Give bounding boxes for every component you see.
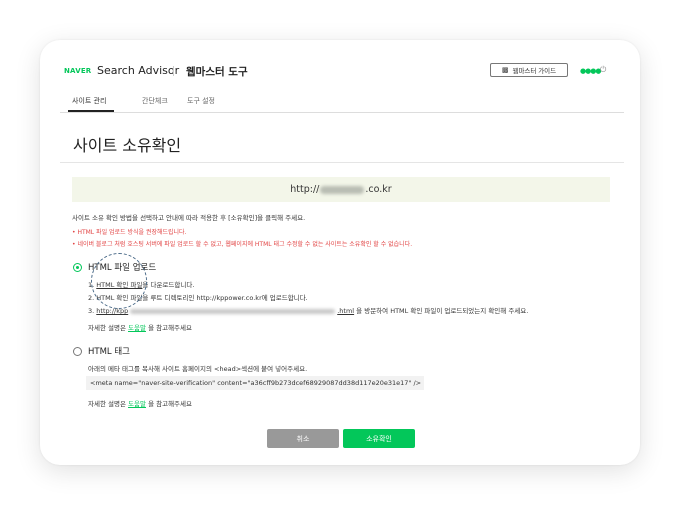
help-suffix: 을 참고해주세요 — [148, 400, 192, 408]
verify-ownership-button[interactable]: 소유확인 — [343, 429, 415, 448]
help-link-html-file[interactable]: 도움말 — [128, 324, 146, 332]
step-2: 2. HTML 확인 파일을 루트 디렉토리인 http://kppower.c… — [88, 294, 308, 302]
product-name[interactable]: Search Advisor — [97, 64, 179, 77]
header-divider — [173, 66, 174, 76]
verify-url-end: .html — [337, 307, 355, 315]
step-1-number: 1. — [88, 281, 95, 289]
help-text-html-tag: 자세한 설명은 도움말 을 참고해주세요 — [88, 398, 192, 408]
help-text-html-file: 자세한 설명은 도움말 을 참고해주세요 — [88, 322, 192, 332]
webmaster-guide-button[interactable]: ▩ 웹마스터 가이드 — [490, 63, 568, 77]
warning-text-1: • HTML 파일 업로드 방식을 권장해드립니다. — [72, 229, 187, 236]
step-3-text: 을 방문하여 HTML 확인 파일이 업로드되었는지 확인해 주세요. — [356, 307, 529, 315]
webmaster-guide-label: 웹마스터 가이드 — [512, 68, 557, 75]
page-title: 사이트 소유확인 — [73, 136, 182, 155]
site-url-display: http:// .co.kr — [72, 177, 610, 202]
tab-site-management[interactable]: 사이트 관리 — [72, 96, 106, 106]
instruction-text: 사이트 소유 확인 방법을 선택하고 안내에 따라 적용한 후 [소유확인]을 … — [72, 214, 306, 222]
step-1: 1. HTML 확인 파일을 다운로드합니다. — [88, 279, 194, 289]
tab-quick-check[interactable]: 간단체크 — [142, 96, 168, 106]
verify-url-link[interactable]: http://kpp .html — [96, 307, 354, 315]
tab-tool-settings[interactable]: 도구 설정 — [187, 96, 215, 106]
header: NAVER Search Advisor 웹마스터 도구 ▩ 웹마스터 가이드 … — [40, 40, 640, 88]
help-prefix: 자세한 설명은 — [88, 324, 126, 332]
step-3-number: 3. — [88, 307, 95, 315]
warning-text-2: • 네이버 블로그 처럼 호스팅 서버에 파일 업로드 할 수 없고, 웹페이지… — [72, 241, 413, 248]
naver-logo[interactable]: NAVER — [64, 67, 91, 75]
title-divider — [60, 162, 624, 163]
cancel-button[interactable]: 취소 — [267, 429, 339, 448]
meta-tag-description: 아래의 메타 태그를 복사해 사이트 홈페이지의 <head>섹션에 붙여 넣어… — [88, 365, 308, 373]
url-prefix: http:// — [290, 184, 320, 195]
power-icon[interactable]: ⏻ — [600, 65, 606, 75]
option-html-tag-title[interactable]: HTML 태그 — [88, 345, 130, 357]
meta-tag-code[interactable]: <meta name="naver-site-verification" con… — [86, 376, 424, 390]
book-icon: ▩ — [501, 67, 509, 74]
active-tab-indicator — [68, 110, 114, 112]
url-suffix: .co.kr — [365, 184, 392, 195]
help-suffix: 을 참고해주세요 — [148, 324, 192, 332]
help-link-html-tag[interactable]: 도움말 — [128, 400, 146, 408]
download-html-file-link[interactable]: HTML 확인 파일 — [96, 281, 142, 289]
nav-tabs: 사이트 관리 간단체크 도구 설정 — [60, 88, 624, 113]
help-prefix: 자세한 설명은 — [88, 400, 126, 408]
radio-html-file[interactable] — [73, 263, 82, 272]
option-html-file-title[interactable]: HTML 파일 업로드 — [88, 261, 156, 273]
url-blurred-domain — [320, 185, 365, 194]
tool-name: 웹마스터 도구 — [186, 66, 248, 78]
step-3: 3. http://kpp .html 을 방문하여 HTML 확인 파일이 업로… — [88, 305, 528, 315]
verify-url-blurred — [130, 308, 336, 314]
verify-url-start: http://kpp — [96, 307, 129, 315]
main-card: NAVER Search Advisor 웹마스터 도구 ▩ 웹마스터 가이드 … — [40, 40, 640, 465]
user-id-masked[interactable]: ●●●● — [580, 67, 601, 75]
radio-html-tag[interactable] — [73, 347, 82, 356]
step-1-text: 을 다운로드합니다. — [142, 281, 195, 289]
